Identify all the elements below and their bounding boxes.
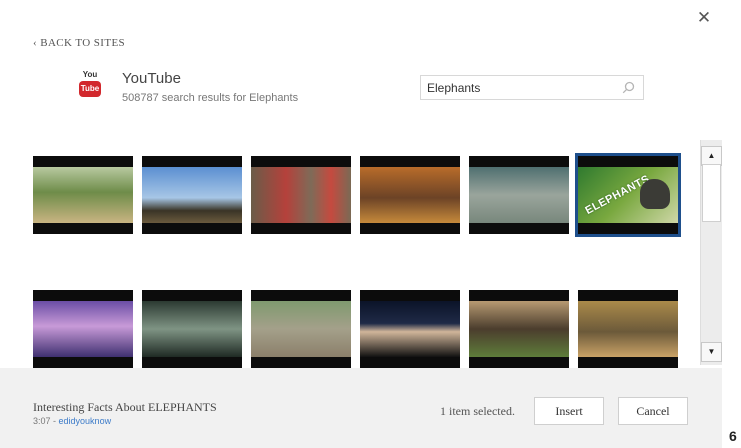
thumb-elephant-trainer <box>251 301 351 357</box>
close-button[interactable]: ✕ <box>694 8 714 28</box>
video-thumbnail[interactable] <box>142 156 242 234</box>
selection-status: 1 item selected. <box>440 404 515 418</box>
thumb-red-blanket-elephants <box>251 167 351 223</box>
thumb-elephants-resting <box>469 167 569 223</box>
dialog-footer: Interesting Facts About ELEPHANTS 3:07 -… <box>0 368 722 448</box>
selected-video-title: Interesting Facts About ELEPHANTS <box>33 400 217 414</box>
thumb-corridor-stalls <box>142 301 242 357</box>
thumb-elephants-title-card: ELEPHANTS <box>578 167 678 223</box>
youtube-logo-icon: You Tube <box>79 70 101 98</box>
video-thumbnail[interactable] <box>360 156 460 234</box>
selected-video-meta: 3:07 - edidyouknow <box>33 416 111 426</box>
elephant-silhouette <box>640 179 670 209</box>
video-thumbnail[interactable] <box>33 156 133 234</box>
page-edge-number: 6 <box>729 428 737 444</box>
thumb-elephant-herd-grass <box>33 167 133 223</box>
video-thumbnail[interactable] <box>469 290 569 368</box>
thumb-purple-flowers <box>33 301 133 357</box>
video-thumbnail[interactable] <box>578 290 678 368</box>
video-thumbnail[interactable] <box>33 290 133 368</box>
scroll-up-button[interactable]: ▲ <box>701 146 722 166</box>
search-icon[interactable] <box>622 81 635 94</box>
scroll-down-button[interactable]: ▼ <box>701 342 722 362</box>
video-thumbnail[interactable]: ELEPHANTS <box>575 153 681 237</box>
online-video-dialog: ✕ ‹ BACK TO SITES You Tube YouTube 50878… <box>0 0 722 448</box>
video-thumbnail[interactable] <box>360 290 460 368</box>
thumb-elephant-golden <box>360 167 460 223</box>
video-results-grid: ELEPHANTS <box>33 153 683 368</box>
cancel-button[interactable]: Cancel <box>618 397 688 425</box>
video-channel-link[interactable]: edidyouknow <box>59 416 112 426</box>
youtube-logo-bottom: Tube <box>79 81 101 97</box>
scroll-thumb[interactable] <box>702 164 721 222</box>
search-box <box>420 75 644 100</box>
provider-name: YouTube <box>122 70 181 87</box>
back-to-sites-link[interactable]: ‹ BACK TO SITES <box>33 37 125 49</box>
thumb-presenter-dark <box>360 301 460 357</box>
thumb-elephants-savanna <box>578 301 678 357</box>
thumb-elephant-family <box>469 301 569 357</box>
results-scrollbar[interactable]: ▲ ▼ <box>700 140 722 365</box>
search-results-count: 508787 search results for Elephants <box>122 92 299 104</box>
video-meta-separator: - <box>50 416 59 426</box>
search-input[interactable] <box>427 79 617 97</box>
video-thumbnail[interactable] <box>469 156 569 234</box>
thumb-elephants-horizon <box>142 167 242 223</box>
video-thumbnail[interactable] <box>251 156 351 234</box>
video-thumbnail[interactable] <box>251 290 351 368</box>
youtube-logo-top: You <box>82 70 98 79</box>
video-duration: 3:07 <box>33 416 51 426</box>
insert-button[interactable]: Insert <box>534 397 604 425</box>
video-thumbnail[interactable] <box>142 290 242 368</box>
